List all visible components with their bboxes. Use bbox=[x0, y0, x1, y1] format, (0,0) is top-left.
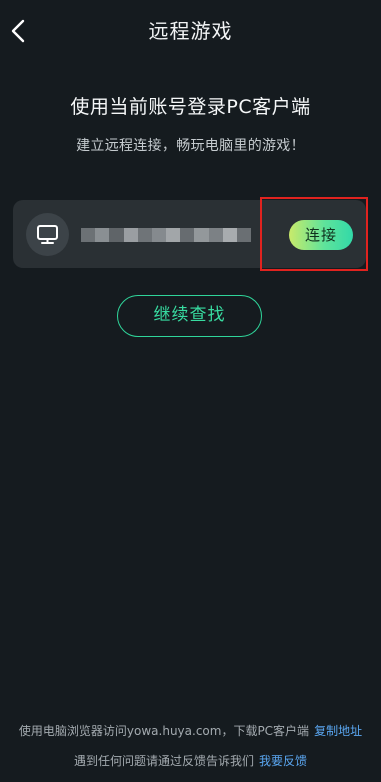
login-instruction-heading: 使用当前账号登录PC客户端 bbox=[70, 96, 311, 118]
footer-download-text: 使用电脑浏览器访问yowa.huya.com，下载PC客户端 bbox=[18, 724, 310, 738]
footer-feedback-hint: 遇到任何问题请通过反馈告诉我们 我要反馈 bbox=[0, 752, 381, 769]
device-avatar bbox=[26, 213, 69, 256]
device-name-blurred bbox=[81, 228, 252, 242]
top-nav-bar: 远程游戏 bbox=[0, 0, 381, 62]
footer-feedback-text: 遇到任何问题请通过反馈告诉我们 bbox=[73, 754, 254, 768]
connect-button[interactable]: 连接 bbox=[289, 220, 353, 250]
monitor-icon bbox=[37, 225, 58, 244]
page-title: 远程游戏 bbox=[148, 19, 233, 43]
continue-searching-button[interactable]: 继续查找 bbox=[117, 295, 262, 337]
feedback-link[interactable]: 我要反馈 bbox=[259, 754, 307, 768]
footer-download-hint: 使用电脑浏览器访问yowa.huya.com，下载PC客户端 复制地址 bbox=[0, 722, 381, 739]
copy-address-link[interactable]: 复制地址 bbox=[314, 724, 362, 738]
login-instruction-subtext: 建立远程连接，畅玩电脑里的游戏！ bbox=[76, 138, 305, 154]
